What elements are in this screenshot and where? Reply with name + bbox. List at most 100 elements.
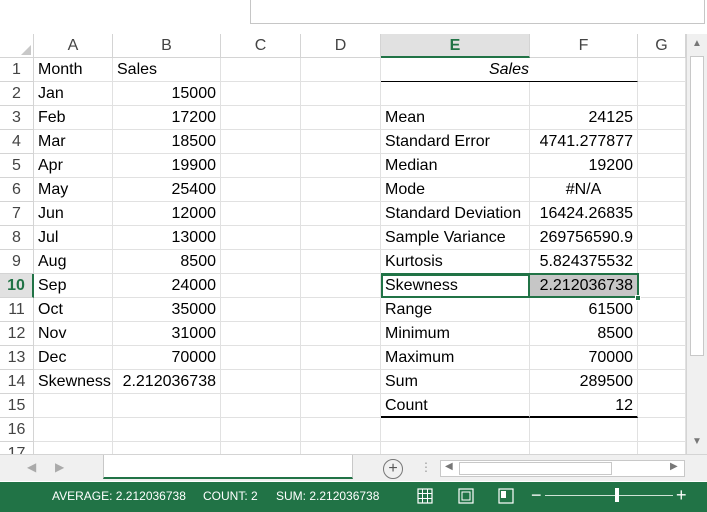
- sheet-next-icon[interactable]: ▶: [55, 460, 64, 474]
- cell-c12[interactable]: [221, 322, 301, 346]
- cell-b3[interactable]: 17200: [113, 106, 221, 130]
- cell-a9[interactable]: Aug: [34, 250, 113, 274]
- stats-table-header[interactable]: Sales: [381, 58, 638, 82]
- zoom-out-icon[interactable]: −: [531, 486, 542, 504]
- cell-b2[interactable]: 15000: [113, 82, 221, 106]
- cell-g13[interactable]: [638, 346, 686, 370]
- cell-e11[interactable]: Range: [381, 298, 530, 322]
- sheet-prev-icon[interactable]: ◀: [27, 460, 36, 474]
- cell-a10[interactable]: Sep: [34, 274, 113, 298]
- cell-c5[interactable]: [221, 154, 301, 178]
- cell-a16[interactable]: [34, 418, 113, 442]
- cell-c16[interactable]: [221, 418, 301, 442]
- cell-g4[interactable]: [638, 130, 686, 154]
- cell-b4[interactable]: 18500: [113, 130, 221, 154]
- cell-b8[interactable]: 13000: [113, 226, 221, 250]
- cell-c4[interactable]: [221, 130, 301, 154]
- cell-e13[interactable]: Maximum: [381, 346, 530, 370]
- cell-a14[interactable]: Skewness: [34, 370, 113, 394]
- cell-d3[interactable]: [301, 106, 381, 130]
- cell-g16[interactable]: [638, 418, 686, 442]
- cell-e15[interactable]: Count: [381, 394, 530, 418]
- formula-bar-input[interactable]: [250, 0, 705, 24]
- zoom-in-icon[interactable]: +: [676, 486, 687, 504]
- cell-c6[interactable]: [221, 178, 301, 202]
- cell-c7[interactable]: [221, 202, 301, 226]
- cell-g15[interactable]: [638, 394, 686, 418]
- tab-splitter-icon[interactable]: ⋮: [420, 460, 432, 474]
- cell-e3[interactable]: Mean: [381, 106, 530, 130]
- cell-b6[interactable]: 25400: [113, 178, 221, 202]
- cell-c3[interactable]: [221, 106, 301, 130]
- cell-e14[interactable]: Sum: [381, 370, 530, 394]
- cell-d1[interactable]: [301, 58, 381, 82]
- cell-c8[interactable]: [221, 226, 301, 250]
- cell-d9[interactable]: [301, 250, 381, 274]
- cell-f8[interactable]: 269756590.9: [530, 226, 638, 250]
- cell-c15[interactable]: [221, 394, 301, 418]
- normal-view-icon[interactable]: [417, 488, 433, 504]
- row-header-11[interactable]: 11: [0, 298, 34, 322]
- cell-e16[interactable]: [381, 418, 530, 442]
- row-header-6[interactable]: 6: [0, 178, 34, 202]
- cell-c1[interactable]: [221, 58, 301, 82]
- cell-b11[interactable]: 35000: [113, 298, 221, 322]
- row-header-13[interactable]: 13: [0, 346, 34, 370]
- cell-f11[interactable]: 61500: [530, 298, 638, 322]
- cell-a2[interactable]: Jan: [34, 82, 113, 106]
- cell-g6[interactable]: [638, 178, 686, 202]
- horizontal-scroll-thumb[interactable]: [459, 462, 612, 475]
- cell-e4[interactable]: Standard Error: [381, 130, 530, 154]
- row-header-10[interactable]: 10: [0, 274, 34, 298]
- cell-f16[interactable]: [530, 418, 638, 442]
- cell-d15[interactable]: [301, 394, 381, 418]
- row-header-14[interactable]: 14: [0, 370, 34, 394]
- cell-b7[interactable]: 12000: [113, 202, 221, 226]
- cell-e7[interactable]: Standard Deviation: [381, 202, 530, 226]
- row-header-16[interactable]: 16: [0, 418, 34, 442]
- cell-f2[interactable]: [530, 82, 638, 106]
- cell-a3[interactable]: Feb: [34, 106, 113, 130]
- cell-c14[interactable]: [221, 370, 301, 394]
- cell-f7[interactable]: 16424.26835: [530, 202, 638, 226]
- cell-b9[interactable]: 8500: [113, 250, 221, 274]
- cell-g5[interactable]: [638, 154, 686, 178]
- cell-b14[interactable]: 2.212036738: [113, 370, 221, 394]
- scroll-up-icon[interactable]: ▲: [691, 38, 703, 50]
- cell-f15[interactable]: 12: [530, 394, 638, 418]
- cell-g3[interactable]: [638, 106, 686, 130]
- cell-g1[interactable]: [638, 58, 686, 82]
- row-header-1[interactable]: 1: [0, 58, 34, 82]
- cell-e9[interactable]: Kurtosis: [381, 250, 530, 274]
- cell-g2[interactable]: [638, 82, 686, 106]
- cell-f5[interactable]: 19200: [530, 154, 638, 178]
- cell-e6[interactable]: Mode: [381, 178, 530, 202]
- cell-e8[interactable]: Sample Variance: [381, 226, 530, 250]
- cell-a12[interactable]: Nov: [34, 322, 113, 346]
- vertical-scroll-thumb[interactable]: [690, 56, 704, 356]
- cell-a8[interactable]: Jul: [34, 226, 113, 250]
- scroll-left-icon[interactable]: ◀: [445, 461, 453, 472]
- cell-b5[interactable]: 19900: [113, 154, 221, 178]
- cell-g9[interactable]: [638, 250, 686, 274]
- cell-g10[interactable]: [638, 274, 686, 298]
- vertical-scrollbar[interactable]: ▲ ▼: [686, 34, 707, 454]
- cell-g14[interactable]: [638, 370, 686, 394]
- cell-b12[interactable]: 31000: [113, 322, 221, 346]
- column-header-f[interactable]: F: [530, 34, 638, 58]
- row-header-5[interactable]: 5: [0, 154, 34, 178]
- cell-a13[interactable]: Dec: [34, 346, 113, 370]
- row-header-7[interactable]: 7: [0, 202, 34, 226]
- page-layout-view-icon[interactable]: [458, 488, 474, 504]
- cell-f14[interactable]: 289500: [530, 370, 638, 394]
- cell-c11[interactable]: [221, 298, 301, 322]
- column-header-c[interactable]: C: [221, 34, 301, 58]
- cell-f12[interactable]: 8500: [530, 322, 638, 346]
- column-header-b[interactable]: B: [113, 34, 221, 58]
- cell-g7[interactable]: [638, 202, 686, 226]
- cell-f9[interactable]: 5.824375532: [530, 250, 638, 274]
- cell-f3[interactable]: 24125: [530, 106, 638, 130]
- zoom-slider-thumb[interactable]: [614, 488, 619, 502]
- row-header-15[interactable]: 15: [0, 394, 34, 418]
- cell-c10[interactable]: [221, 274, 301, 298]
